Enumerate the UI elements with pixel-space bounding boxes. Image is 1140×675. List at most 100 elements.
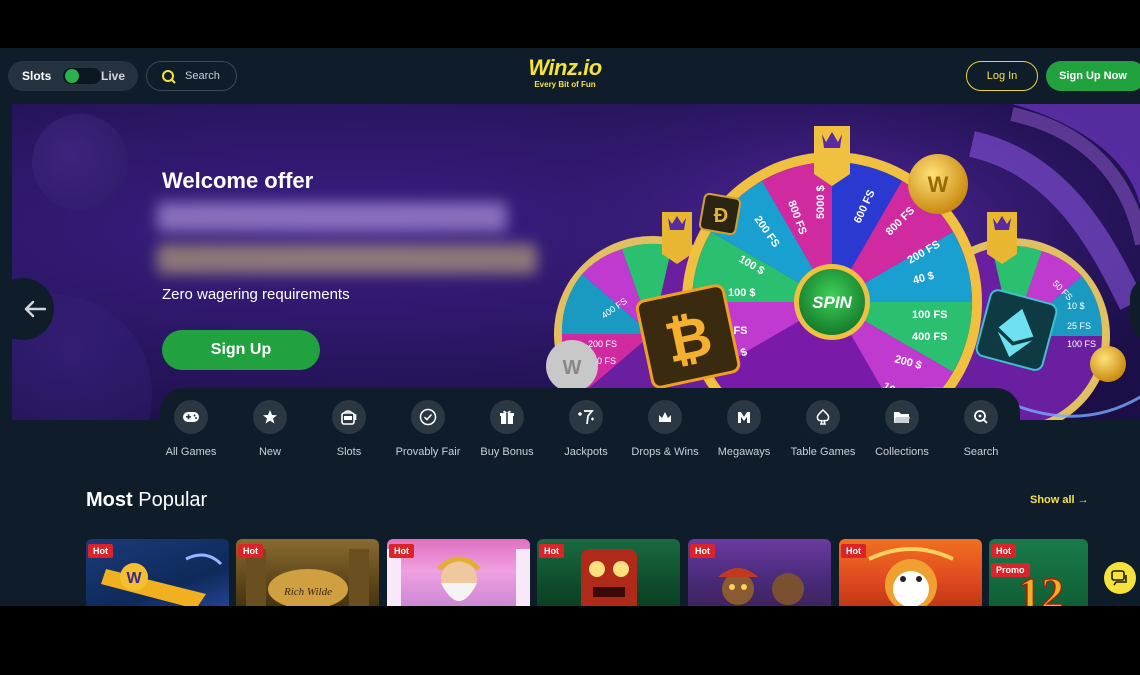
star-icon [263,410,277,424]
hero-signup-button[interactable]: Sign Up [162,330,320,370]
game-tile[interactable]: Rich Wilde Hot [236,539,379,606]
category-icon-wrap [806,400,840,434]
toggle-label-slots[interactable]: Slots [22,69,51,83]
search-icon [162,70,176,84]
hot-badge: Hot [991,544,1016,558]
category-icon-wrap [964,400,998,434]
search-button[interactable]: Search [146,61,237,91]
game-tile[interactable]: Hot [387,539,530,606]
category-buy-bonus[interactable]: Buy Bonus [468,400,546,458]
top-header: Slots Live Search Winz.io Every Bit of F… [0,48,1140,104]
promo-badge: Promo [991,563,1030,577]
category-icon-wrap [490,400,524,434]
hero-banner[interactable]: Welcome offer Zero wagering requirements… [12,104,1140,420]
svg-text:100 FS: 100 FS [912,309,947,321]
category-megaways[interactable]: Megaways [705,400,783,458]
svg-text:5000 $: 5000 $ [815,185,827,219]
category-icon-wrap [411,400,445,434]
hero-subtitle: Zero wagering requirements [162,286,350,303]
svg-text:Rich Wilde: Rich Wilde [283,586,332,598]
svg-text:25 FS: 25 FS [1067,321,1091,331]
category-label: Slots [336,446,362,458]
slot-machine-icon [341,410,357,425]
category-icon-wrap [885,400,919,434]
category-label: Table Games [790,446,856,458]
svg-text:Ð: Ð [714,205,728,227]
category-label: Drops & Wins [631,446,699,458]
toggle-label-live[interactable]: Live [101,69,125,83]
megaways-icon [738,412,750,423]
hot-badge: Hot [539,544,564,558]
game-tile[interactable]: Hot [537,539,680,606]
hot-badge: Hot [238,544,263,558]
blurred-offer-amount [157,244,537,274]
section-title-bold: Most [86,489,133,511]
check-circle-icon [419,408,437,426]
crown-icon [659,412,671,422]
category-icon-wrap [253,400,287,434]
show-all-link[interactable]: Show all → [1030,494,1089,506]
svg-text:W: W [126,570,142,587]
category-slots[interactable]: Slots [310,400,388,458]
svg-text:W: W [928,172,949,197]
category-label: Provably Fair [395,446,461,458]
category-icon-wrap [648,400,682,434]
category-icon-wrap [727,400,761,434]
hot-badge: Hot [690,544,715,558]
svg-text:10 $: 10 $ [1067,301,1085,311]
game-tile[interactable]: Hot [688,539,831,606]
category-label: New [258,446,281,458]
category-label: All Games [165,446,217,458]
svg-text:100 $: 100 $ [728,287,756,299]
site-logo[interactable]: Winz.io Every Bit of Fun [520,56,610,96]
category-all-games[interactable]: All Games [152,400,230,458]
signup-now-button[interactable]: Sign Up Now [1046,61,1140,91]
planet-decoration [32,114,128,210]
category-new[interactable]: New [231,400,309,458]
category-jackpots[interactable]: Jackpots [547,400,625,458]
category-table-games[interactable]: Table Games [784,400,862,458]
category-icon-wrap [174,400,208,434]
category-nav: All Games New Slots Provably Fair Buy Bo… [160,388,1020,470]
chat-bubble-icon [1111,570,1127,586]
category-icon-wrap [569,400,603,434]
popular-games-row: W Hot Rich Wilde Hot Hot Hot Hot Hot 12 … [86,539,1088,606]
slots-live-toggle[interactable]: Slots Live [8,61,138,91]
svg-text:200 FS: 200 FS [588,339,617,349]
login-button[interactable]: Log In [966,61,1038,91]
svg-text:400 FS: 400 FS [912,331,947,343]
search-label: Search [185,70,220,82]
spin-label: SPIN [812,293,852,312]
logo-brand: Winz.io [528,55,602,80]
category-label: Buy Bonus [480,446,534,458]
category-drops-wins[interactable]: Drops & Wins [626,400,704,458]
category-label: Megaways [717,446,771,458]
category-icon-wrap [332,400,366,434]
logo-tagline: Every Bit of Fun [534,80,596,89]
category-provably-fair[interactable]: Provably Fair [389,400,467,458]
toggle-switch[interactable] [63,68,101,84]
gift-icon [500,410,514,424]
category-label: Collections [875,446,929,458]
jackpot-icon [578,410,594,425]
toggle-knob [65,69,79,83]
hero-title: Welcome offer [162,168,314,193]
section-title-rest: Popular [138,489,208,511]
spade-icon [816,409,830,425]
page-viewport: Slots Live Search Winz.io Every Bit of F… [0,48,1140,606]
section-title-most-popular: Most Popular [86,489,207,512]
chat-button[interactable] [1104,562,1136,594]
category-search[interactable]: Search [942,400,1020,458]
arrow-left-icon [24,300,46,318]
hot-badge: Hot [389,544,414,558]
svg-text:100 FS: 100 FS [1067,339,1096,349]
gamepad-icon [183,412,199,422]
category-label: Search [963,446,999,458]
game-tile[interactable]: Hot [839,539,982,606]
hot-badge: Hot [841,544,866,558]
category-collections[interactable]: Collections [863,400,941,458]
game-tile[interactable]: 12 Hot Promo [989,539,1088,606]
blurred-offer-line [157,202,507,232]
game-tile[interactable]: W Hot [86,539,229,606]
folder-icon [894,412,910,423]
